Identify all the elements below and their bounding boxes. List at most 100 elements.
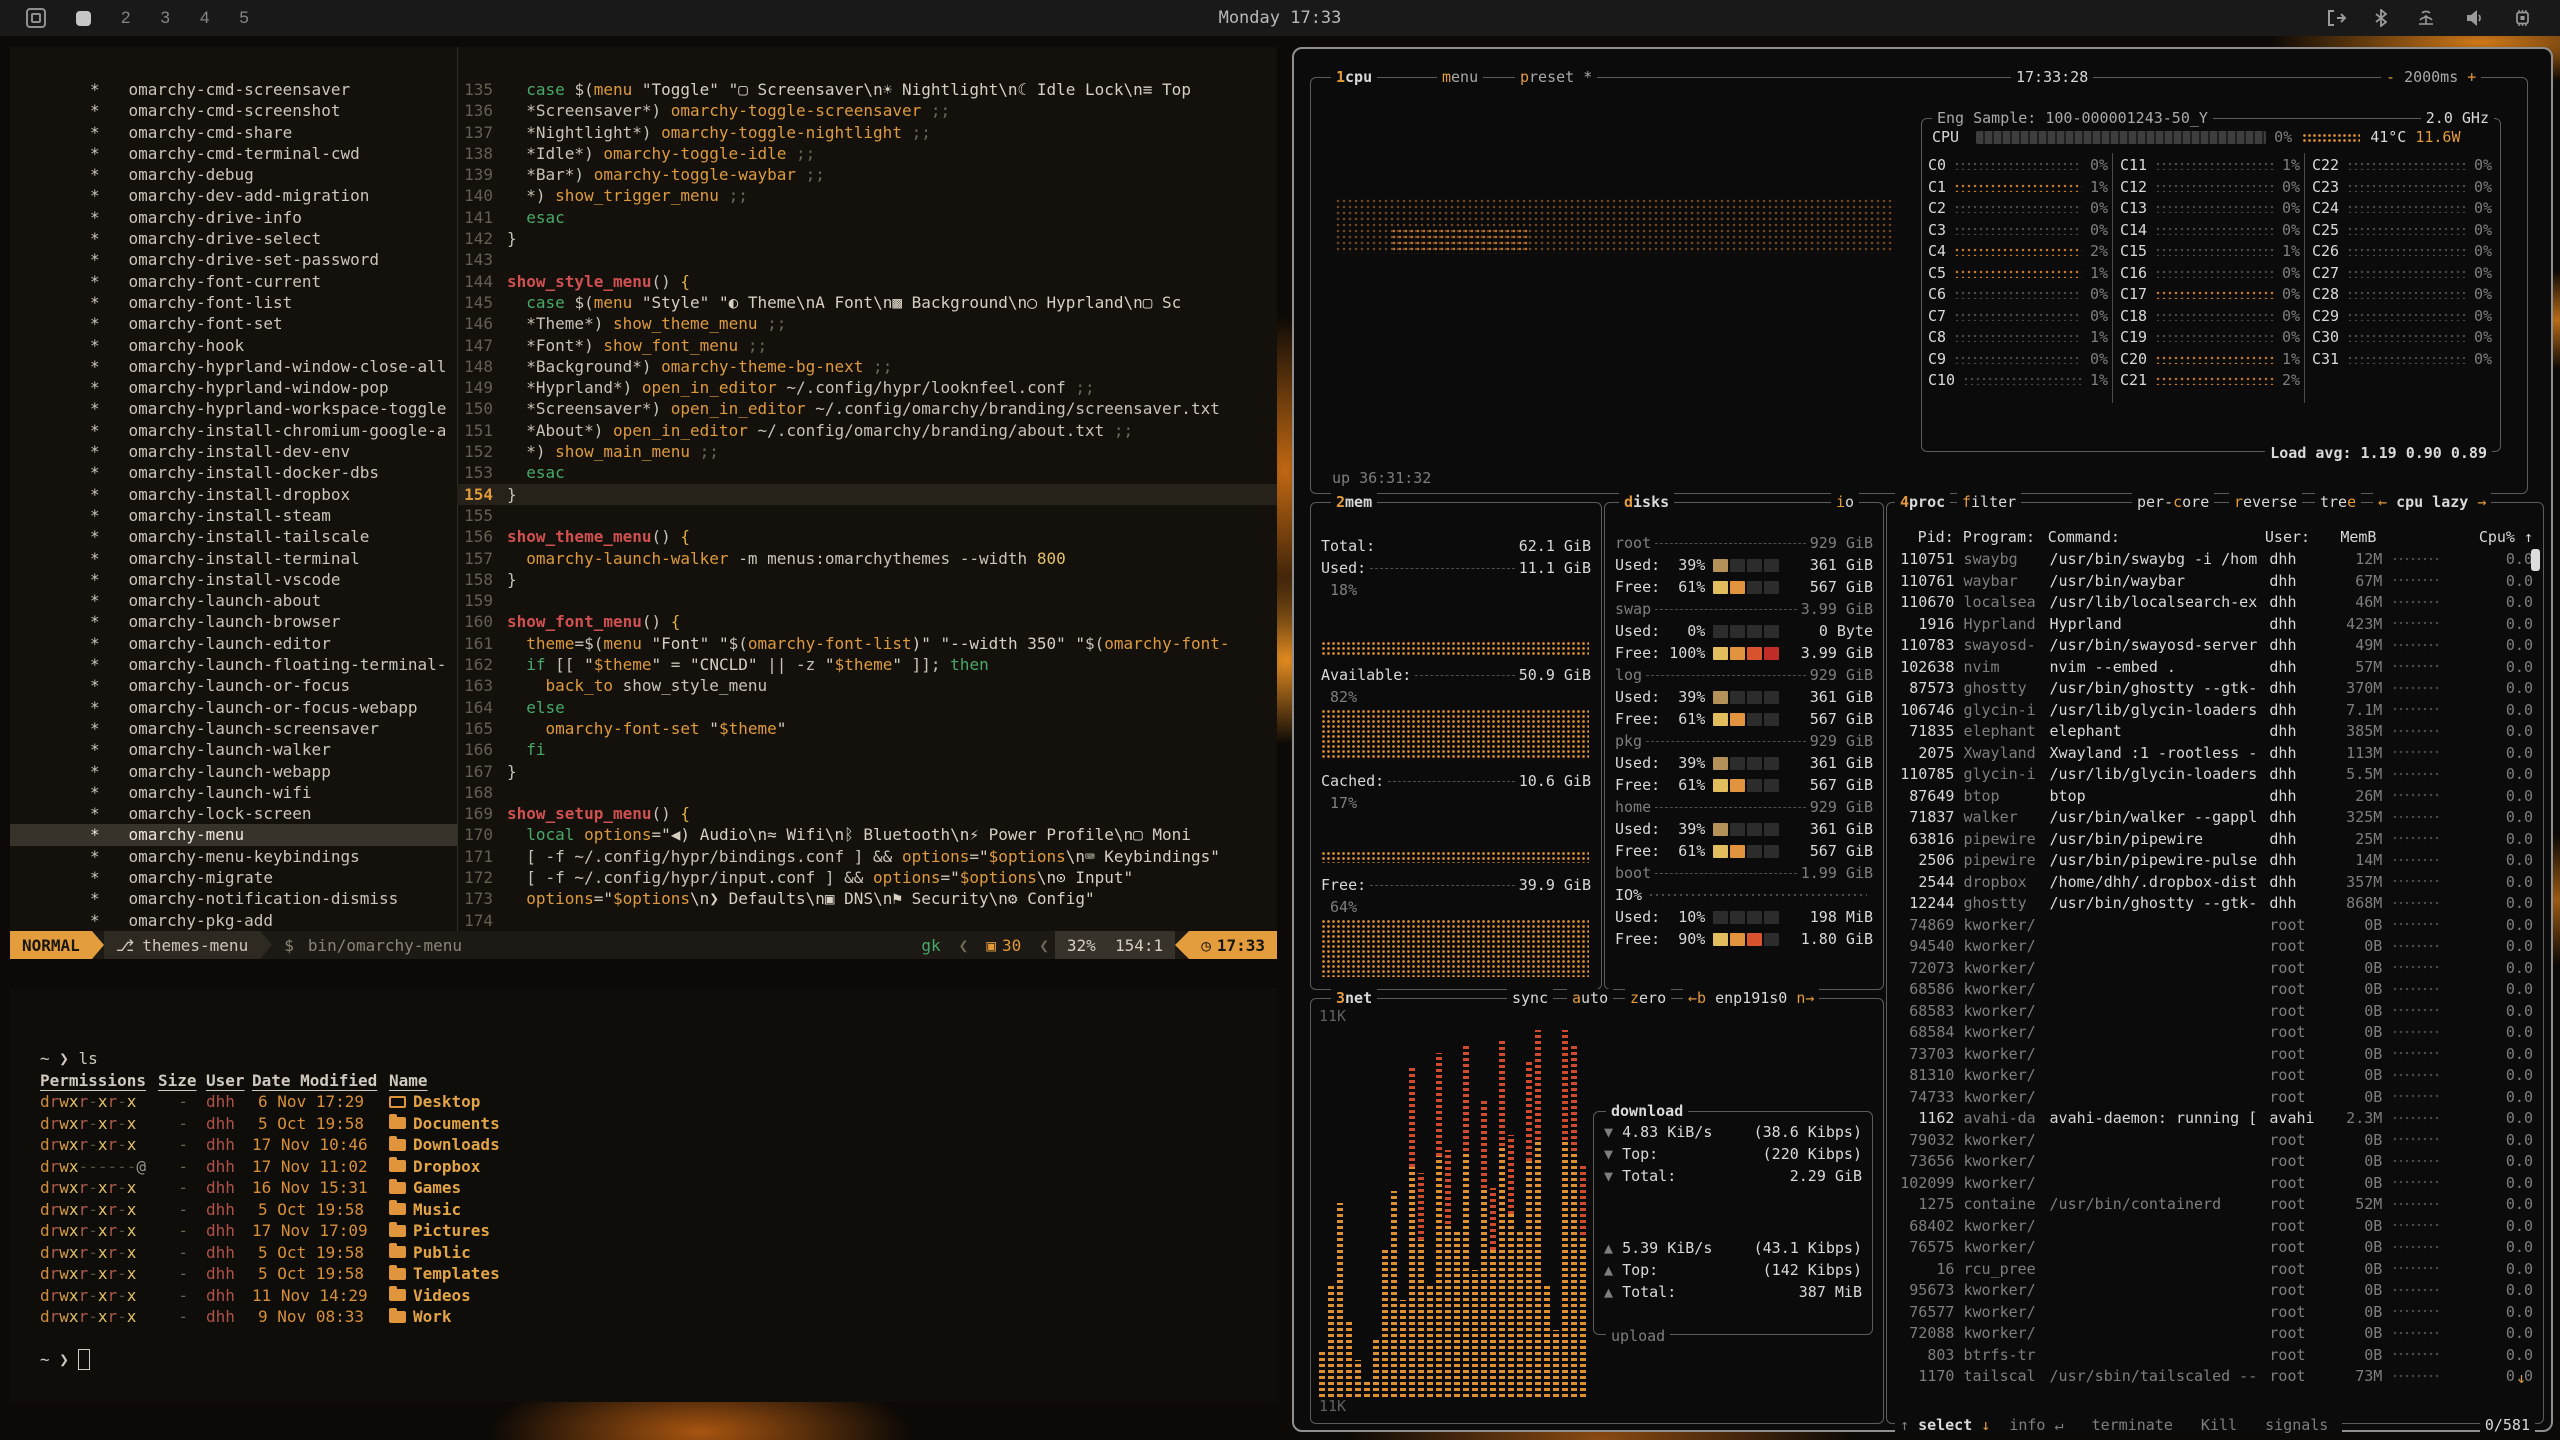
proc-row[interactable]: 110670 localsea/usr/lib/localsearch-exdh… bbox=[1897, 592, 2533, 614]
sort-prev[interactable]: ← bbox=[2378, 493, 2396, 511]
proc-row[interactable]: 71837 walker/usr/bin/walker --gappldhh32… bbox=[1897, 807, 2533, 829]
file-list-item[interactable]: * omarchy-install-dev-env bbox=[10, 441, 457, 462]
proc-row[interactable]: 68584 kworker/root0B0.0 bbox=[1897, 1022, 2533, 1044]
proc-row[interactable]: 1275 containe/usr/bin/containerdroot52M0… bbox=[1897, 1194, 2533, 1216]
file-list-item[interactable]: * omarchy-debug bbox=[10, 164, 457, 185]
file-list-item[interactable]: * omarchy-font-set bbox=[10, 313, 457, 334]
info-button[interactable]: info ↵ bbox=[1995, 1416, 2077, 1434]
up-arrow-icon[interactable]: ↑ bbox=[1900, 1416, 1918, 1434]
zero-button[interactable]: zero bbox=[1625, 989, 1671, 1007]
proc-row[interactable]: 81310 kworker/root0B0.0 bbox=[1897, 1065, 2533, 1087]
select-control[interactable]: ↑ select ↓ bbox=[1895, 1416, 1995, 1434]
kill-button[interactable]: Kill bbox=[2187, 1416, 2251, 1434]
file-list-item[interactable]: * omarchy-launch-or-focus bbox=[10, 675, 457, 696]
proc-row[interactable]: 74733 kworker/root0B0.0 bbox=[1897, 1087, 2533, 1109]
proc-row[interactable]: 73656 kworker/root0B0.0 bbox=[1897, 1151, 2533, 1173]
terminal-cursor[interactable] bbox=[78, 1349, 90, 1370]
file-list-item[interactable]: * omarchy-launch-walker bbox=[10, 739, 457, 760]
file-list-item[interactable]: * omarchy-hyprland-workspace-toggle bbox=[10, 398, 457, 419]
file-list-item[interactable]: * omarchy-drive-info bbox=[10, 207, 457, 228]
proc-row[interactable]: 1916 HyprlandHyprlanddhh423M0.0 bbox=[1897, 614, 2533, 636]
file-list-item[interactable]: * omarchy-menu-keybindings bbox=[10, 846, 457, 867]
file-list-item[interactable]: * omarchy-launch-wifi bbox=[10, 782, 457, 803]
proc-row[interactable]: 102099 kworker/root0B0.0 bbox=[1897, 1173, 2533, 1195]
file-list-item[interactable]: * omarchy-cmd-screenshot bbox=[10, 100, 457, 121]
file-list-item[interactable]: * omarchy-launch-screensaver bbox=[10, 718, 457, 739]
sort-next[interactable]: → bbox=[2477, 493, 2486, 511]
proc-row[interactable]: 12244 ghostty/usr/bin/ghostty --gtk-dhh8… bbox=[1897, 893, 2533, 915]
file-list-item[interactable]: * omarchy-launch-floating-terminal- bbox=[10, 654, 457, 675]
proc-row[interactable]: 63816 pipewire/usr/bin/pipewiredhh25M0.0 bbox=[1897, 829, 2533, 851]
file-list-item[interactable]: * omarchy-notification-dismiss bbox=[10, 888, 457, 909]
proc-scrollbar[interactable] bbox=[2531, 549, 2540, 571]
auto-button[interactable]: auto bbox=[1567, 989, 1613, 1007]
sort-selector[interactable]: ← cpu lazy → bbox=[2373, 493, 2491, 511]
file-list-item[interactable]: * omarchy-cmd-terminal-cwd bbox=[10, 143, 457, 164]
proc-row[interactable]: 94540 kworker/root0B0.0 bbox=[1897, 936, 2533, 958]
down-arrow-icon[interactable]: ↓ bbox=[1981, 1416, 1990, 1434]
interval-increase[interactable]: + bbox=[2458, 68, 2476, 86]
file-list-item[interactable]: * omarchy-hyprland-window-close-all bbox=[10, 356, 457, 377]
update-interval[interactable]: - 2000ms + bbox=[2381, 68, 2481, 86]
proc-row[interactable]: 2544 dropbox/home/dhh/.dropbox-distdhh35… bbox=[1897, 872, 2533, 894]
proc-row[interactable]: 72073 kworker/root0B0.0 bbox=[1897, 958, 2533, 980]
sync-button[interactable]: sync bbox=[1507, 989, 1553, 1007]
interval-decrease[interactable]: - bbox=[2386, 68, 2404, 86]
proc-row[interactable]: 68402 kworker/root0B0.0 bbox=[1897, 1216, 2533, 1238]
filter-button[interactable]: filter bbox=[1957, 493, 2021, 511]
file-list-item[interactable]: * omarchy-install-terminal bbox=[10, 548, 457, 569]
proc-row[interactable]: 110751 swaybg/usr/bin/swaybg -i /homdhh1… bbox=[1897, 549, 2533, 571]
file-list-item[interactable]: * omarchy-launch-browser bbox=[10, 611, 457, 632]
proc-row[interactable]: 74869 kworker/root0B0.0 bbox=[1897, 915, 2533, 937]
proc-row[interactable]: 110783 swayosd-/usr/bin/swayosd-serverdh… bbox=[1897, 635, 2533, 657]
signals-button[interactable]: signals bbox=[2251, 1416, 2342, 1434]
file-list-item[interactable]: * omarchy-drive-select bbox=[10, 228, 457, 249]
proc-row[interactable]: 110761 waybar/usr/bin/waybardhh67M0.0 bbox=[1897, 571, 2533, 593]
file-list-item[interactable]: * omarchy-install-docker-dbs bbox=[10, 462, 457, 483]
prev-interface[interactable]: ←b bbox=[1688, 989, 1715, 1007]
file-list-item[interactable]: * omarchy-launch-or-focus-webapp bbox=[10, 697, 457, 718]
proc-row[interactable]: 73703 kworker/root0B0.0 bbox=[1897, 1044, 2533, 1066]
file-list-item[interactable]: * omarchy-launch-editor bbox=[10, 633, 457, 654]
proc-row[interactable]: 71835 elephantelephantdhh385M0.0 bbox=[1897, 721, 2533, 743]
scroll-more-icon[interactable]: ↓ bbox=[2517, 1369, 2526, 1387]
proc-row[interactable]: 803 btrfs-trroot0B0.0 bbox=[1897, 1345, 2533, 1367]
preset-button[interactable]: preset * bbox=[1515, 68, 1597, 86]
proc-row[interactable]: 106746 glycin-i/usr/lib/glycin-loadersdh… bbox=[1897, 700, 2533, 722]
file-list-item[interactable]: * omarchy-install-vscode bbox=[10, 569, 457, 590]
proc-row[interactable]: 95673 kworker/root0B0.0 bbox=[1897, 1280, 2533, 1302]
proc-row[interactable]: 72088 kworker/root0B0.0 bbox=[1897, 1323, 2533, 1345]
proc-row[interactable]: 68586 kworker/root0B0.0 bbox=[1897, 979, 2533, 1001]
proc-row[interactable]: 110785 glycin-i/usr/lib/glycin-loadersdh… bbox=[1897, 764, 2533, 786]
file-list-item[interactable]: * omarchy-hook bbox=[10, 335, 457, 356]
reverse-button[interactable]: reverse bbox=[2229, 493, 2302, 511]
file-list-item[interactable]: * omarchy-launch-webapp bbox=[10, 761, 457, 782]
file-list-item[interactable]: * omarchy-migrate bbox=[10, 867, 457, 888]
proc-row[interactable]: 16 rcu_preeroot0B0.0 bbox=[1897, 1259, 2533, 1281]
proc-row[interactable]: 79032 kworker/root0B0.0 bbox=[1897, 1130, 2533, 1152]
file-list-item[interactable]: * omarchy-font-list bbox=[10, 292, 457, 313]
file-list-item[interactable]: * omarchy-pkg-add bbox=[10, 910, 457, 931]
proc-row[interactable]: 87649 btopbtopdhh26M0.0 bbox=[1897, 786, 2533, 808]
file-list-item[interactable]: * omarchy-install-tailscale bbox=[10, 526, 457, 547]
file-list-item[interactable]: * omarchy-dev-add-migration bbox=[10, 185, 457, 206]
file-list-item[interactable]: * omarchy-cmd-share bbox=[10, 122, 457, 143]
proc-row[interactable]: 76577 kworker/root0B0.0 bbox=[1897, 1302, 2533, 1324]
file-list-item[interactable]: * omarchy-install-chromium-google-a bbox=[10, 420, 457, 441]
file-list-item[interactable]: * omarchy-hyprland-window-pop bbox=[10, 377, 457, 398]
proc-row[interactable]: 2075 XwaylandXwayland :1 -rootless -dhh1… bbox=[1897, 743, 2533, 765]
proc-row[interactable]: 1170 tailscal/usr/sbin/tailscaled --root… bbox=[1897, 1366, 2533, 1388]
file-list-item[interactable]: * omarchy-menu bbox=[10, 824, 457, 845]
file-list-item[interactable]: * omarchy-install-dropbox bbox=[10, 484, 457, 505]
tree-button[interactable]: tree bbox=[2315, 493, 2361, 511]
proc-row[interactable]: 76575 kworker/root0B0.0 bbox=[1897, 1237, 2533, 1259]
file-list-item[interactable]: * omarchy-drive-set-password bbox=[10, 249, 457, 270]
menu-button[interactable]: menu bbox=[1437, 68, 1483, 86]
io-button[interactable]: io bbox=[1831, 493, 1859, 511]
per-core-button[interactable]: per-core bbox=[2132, 493, 2214, 511]
proc-row[interactable]: 2506 pipewire/usr/bin/pipewire-pulsedhh1… bbox=[1897, 850, 2533, 872]
proc-row[interactable]: 1162 avahi-daavahi-daemon: running [avah… bbox=[1897, 1108, 2533, 1130]
terminate-button[interactable]: terminate bbox=[2078, 1416, 2187, 1434]
file-list-item[interactable]: * omarchy-font-current bbox=[10, 271, 457, 292]
file-list-item[interactable]: * omarchy-lock-screen bbox=[10, 803, 457, 824]
